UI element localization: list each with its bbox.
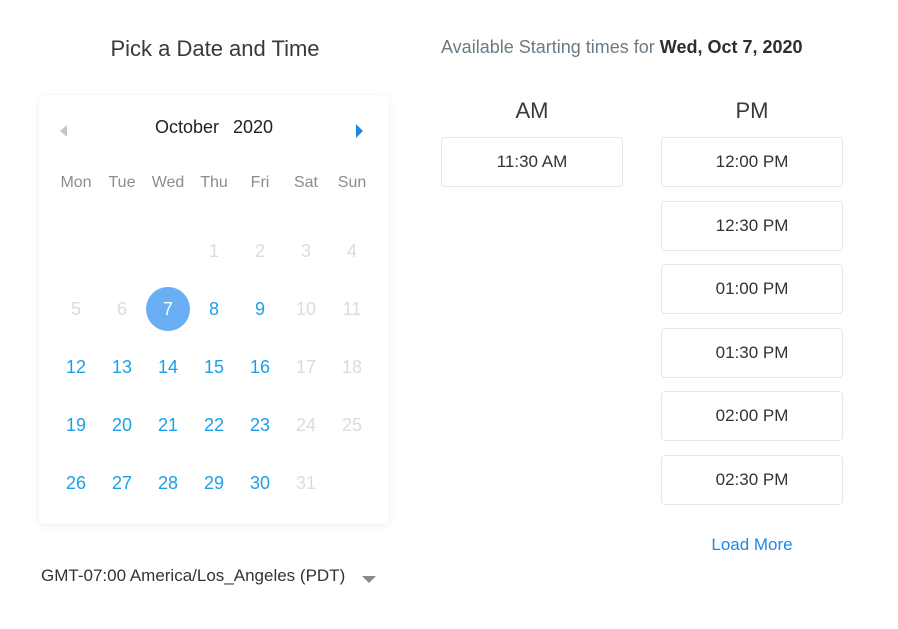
weekday-label: Thu <box>200 174 228 191</box>
weekday-label: Mon <box>60 174 92 191</box>
day-number: 4 <box>346 240 357 261</box>
day-number: 2 <box>254 240 265 261</box>
day-cell[interactable]: 28 <box>145 454 191 512</box>
day-blank <box>53 222 99 280</box>
day-cell: 25 <box>329 396 375 454</box>
day-cell[interactable]: 20 <box>99 396 145 454</box>
day-number: 12 <box>65 356 87 377</box>
weekday-header: Mon Tue Wed Thu Fri Sat Sun <box>53 174 375 192</box>
day-cell[interactable]: 9 <box>237 280 283 338</box>
day-cell[interactable]: 8 <box>191 280 237 338</box>
day-number: 8 <box>208 298 219 319</box>
day-cell[interactable]: 22 <box>191 396 237 454</box>
day-number: 13 <box>111 356 133 377</box>
calendar-header: October 2020 <box>39 117 389 143</box>
day-number: 6 <box>116 298 127 319</box>
day-cell[interactable]: 26 <box>53 454 99 512</box>
day-number: 22 <box>203 414 225 435</box>
day-number: 23 <box>249 414 271 435</box>
page-title: Pick a Date and Time <box>110 36 320 61</box>
day-number: 14 <box>157 356 179 377</box>
day-number: 31 <box>295 472 317 493</box>
day-number: 1 <box>208 240 219 261</box>
day-number: 9 <box>254 298 265 319</box>
day-cell: 1 <box>191 222 237 280</box>
day-number: 24 <box>295 414 317 435</box>
day-blank <box>145 222 191 280</box>
time-slot-button[interactable]: 01:00 PM <box>661 264 843 315</box>
day-number: 17 <box>295 356 317 377</box>
day-number: 27 <box>111 472 133 493</box>
day-number: 21 <box>157 414 179 435</box>
weekday-label: Tue <box>108 174 136 191</box>
time-slot-button[interactable]: 12:30 PM <box>661 200 843 251</box>
day-cell[interactable]: 30 <box>237 454 283 512</box>
day-cell: 17 <box>283 338 329 396</box>
day-blank <box>99 222 145 280</box>
day-cell-selected[interactable]: 7 <box>145 280 191 338</box>
day-number: 3 <box>300 240 311 261</box>
day-cell: 11 <box>329 280 375 338</box>
day-number: 29 <box>203 472 225 493</box>
time-slot-button[interactable]: 01:30 PM <box>661 327 843 378</box>
day-number: 16 <box>249 356 271 377</box>
time-slot-button[interactable]: 02:30 PM <box>661 455 843 505</box>
day-cell[interactable]: 13 <box>99 338 145 396</box>
day-number: 20 <box>111 414 133 435</box>
time-slot-button[interactable]: 11:30 AM <box>441 137 623 187</box>
day-cell: 5 <box>53 280 99 338</box>
weekday-label: Sat <box>293 174 318 191</box>
availability-title-prefix: Available Starting times for <box>441 37 660 57</box>
weekday-label: Wed <box>151 174 185 191</box>
day-cell[interactable]: 14 <box>145 338 191 396</box>
day-cell: 4 <box>329 222 375 280</box>
day-number: 15 <box>203 356 225 377</box>
day-cell: 6 <box>99 280 145 338</box>
day-cell: 3 <box>283 222 329 280</box>
day-cell[interactable]: 23 <box>237 396 283 454</box>
day-grid: 1 2 3 4 5 6 7 8 9 10 11 12 13 14 15 16 17 18 19 20 21 22 23 24 2… <box>53 222 375 512</box>
day-number: 5 <box>70 298 81 319</box>
am-column-header: AM <box>515 98 549 123</box>
weekday-label: Fri <box>250 174 270 191</box>
day-number: 25 <box>341 414 363 435</box>
day-cell: 18 <box>329 338 375 396</box>
day-cell: 2 <box>237 222 283 280</box>
calendar-year: 2020 <box>232 117 274 137</box>
calendar: October 2020 Mon Tue Wed Thu Fri Sat Sun … <box>39 95 389 524</box>
load-more-link[interactable]: Load More <box>661 535 843 555</box>
weekday-label: Sun <box>337 174 367 191</box>
chevron-right-icon <box>356 124 363 138</box>
day-cell[interactable]: 29 <box>191 454 237 512</box>
day-number: 10 <box>295 298 317 319</box>
day-cell[interactable]: 15 <box>191 338 237 396</box>
day-number: 19 <box>65 414 87 435</box>
availability-title: Available Starting times for Wed, Oct 7,… <box>441 37 803 58</box>
time-slot-button[interactable]: 12:00 PM <box>661 137 843 187</box>
timezone-select[interactable]: GMT-07:00 America/Los_Angeles (PDT) <box>41 566 377 586</box>
time-slot-button[interactable]: 02:00 PM <box>661 391 843 442</box>
day-number: 30 <box>249 472 271 493</box>
day-number: 11 <box>342 298 362 319</box>
selected-date: Wed, Oct 7, 2020 <box>659 37 803 57</box>
day-number: 26 <box>65 472 87 493</box>
timezone-label: GMT-07:00 America/Los_Angeles (PDT) <box>41 566 346 585</box>
day-cell[interactable]: 21 <box>145 396 191 454</box>
day-cell: 24 <box>283 396 329 454</box>
calendar-month: October <box>154 117 219 137</box>
day-cell: 31 <box>283 454 329 512</box>
day-number: 7 <box>146 287 190 331</box>
day-cell[interactable]: 12 <box>53 338 99 396</box>
day-number: 18 <box>341 356 363 377</box>
day-number: 28 <box>157 472 179 493</box>
caret-down-icon <box>362 575 377 583</box>
next-month-button[interactable] <box>356 124 368 138</box>
pm-column-header: PM <box>735 98 769 123</box>
day-cell: 10 <box>283 280 329 338</box>
day-cell[interactable]: 19 <box>53 396 99 454</box>
day-cell[interactable]: 27 <box>99 454 145 512</box>
day-cell[interactable]: 16 <box>237 338 283 396</box>
